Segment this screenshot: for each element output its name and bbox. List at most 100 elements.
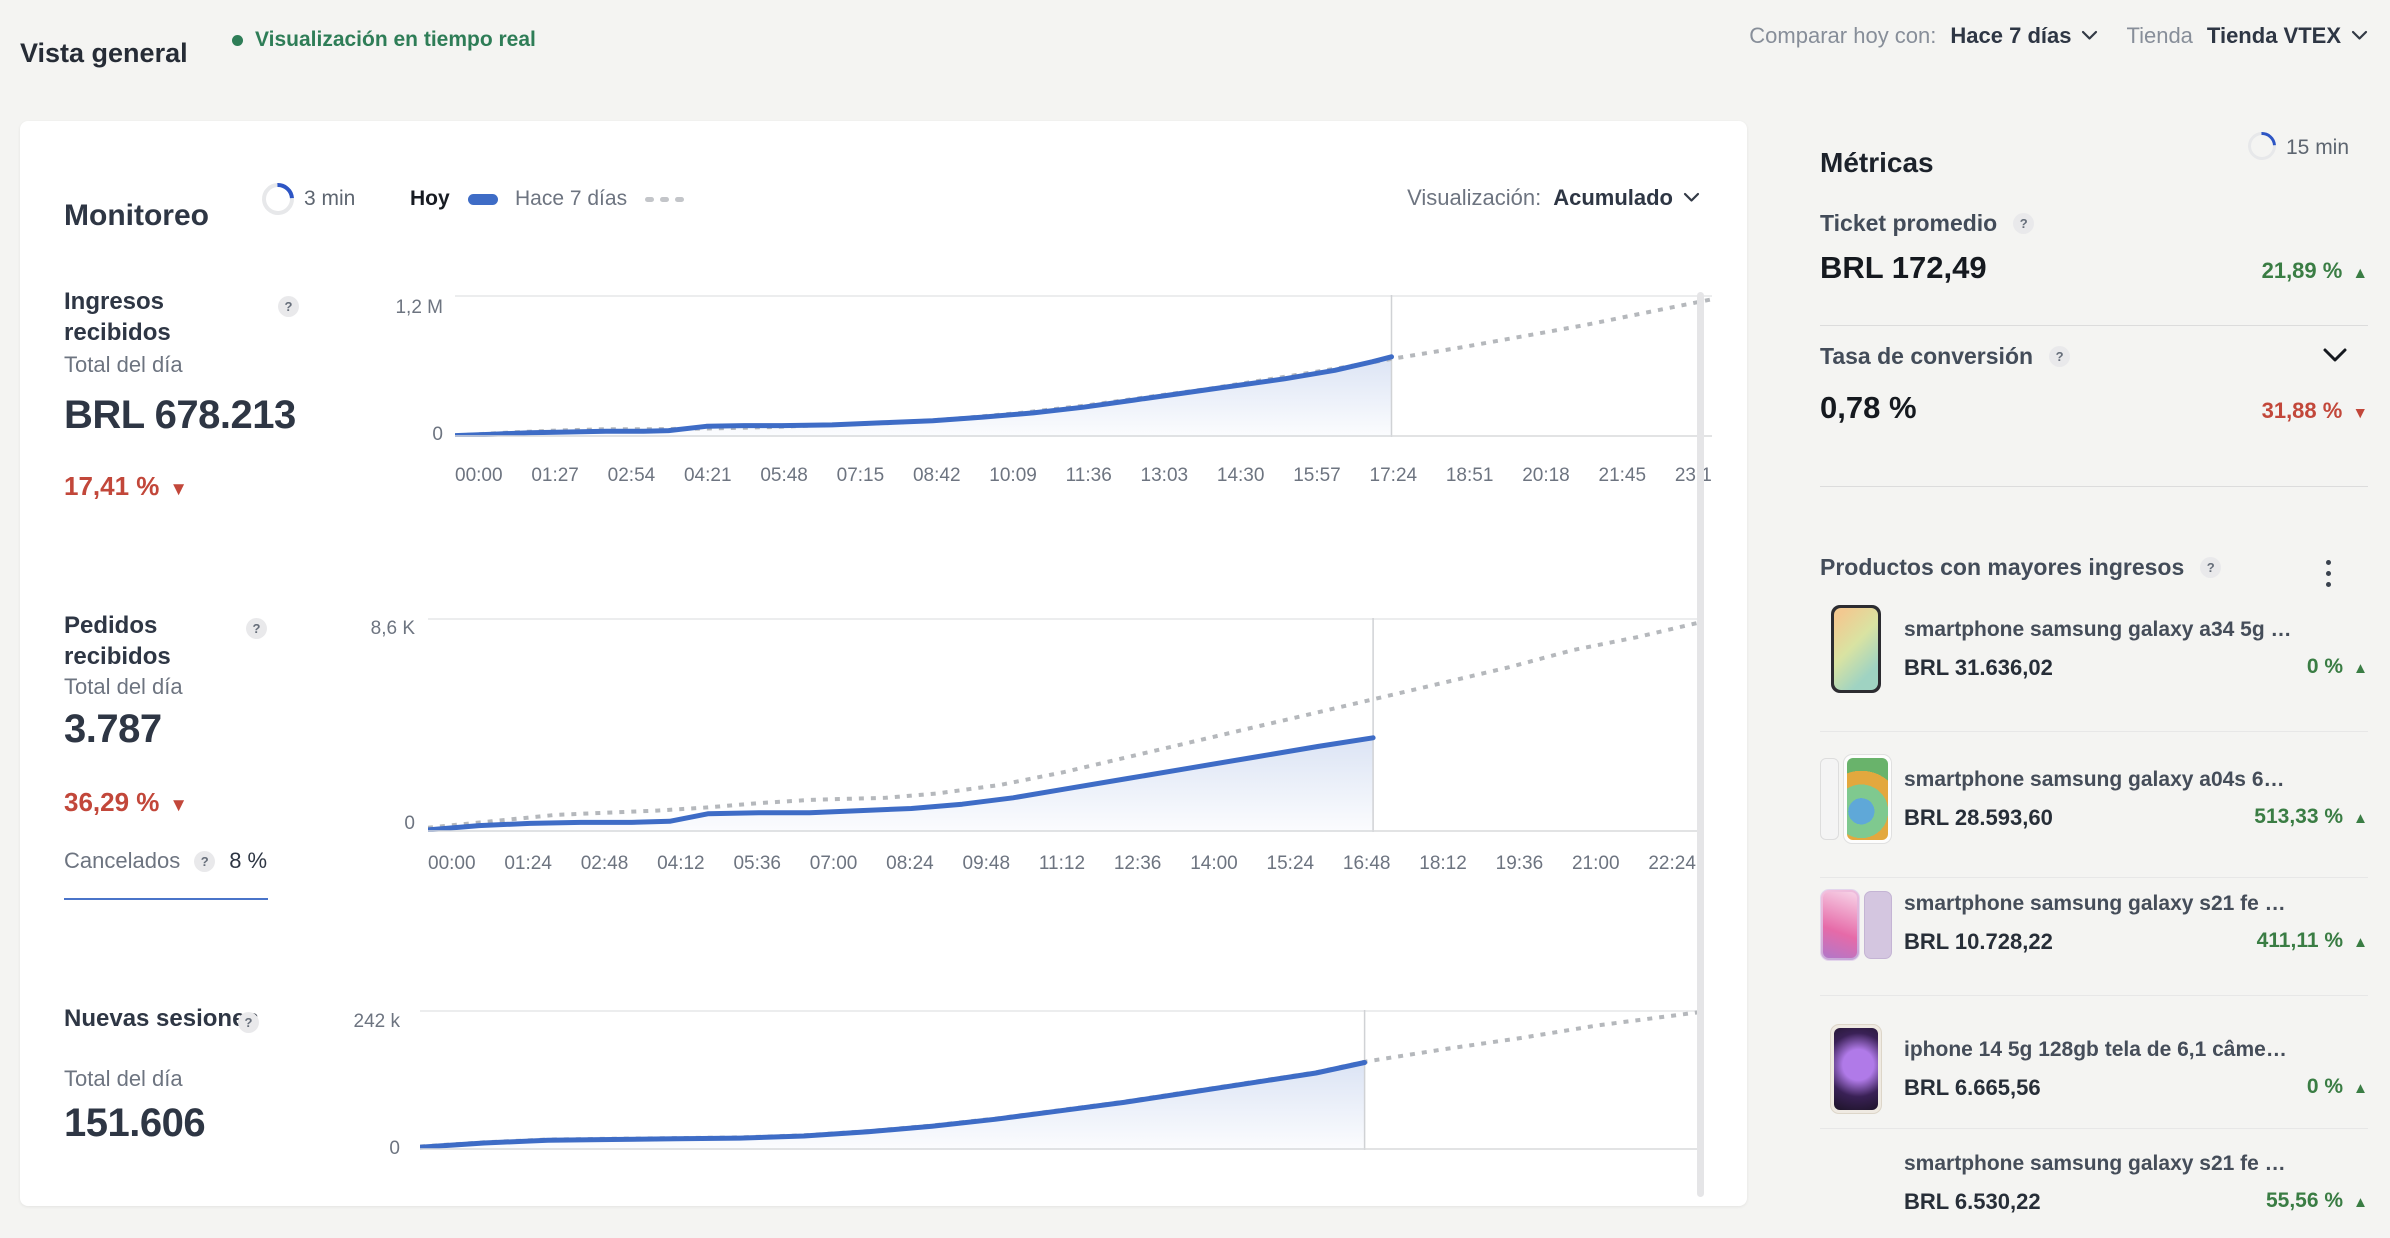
help-icon[interactable]: ? bbox=[238, 1012, 259, 1033]
trend-up-icon: ▲ bbox=[2353, 934, 2368, 951]
divider bbox=[1820, 995, 2368, 996]
trend-indicator: 513,33 %▲ bbox=[1904, 805, 2368, 829]
help-icon[interactable]: ? bbox=[2200, 557, 2221, 578]
trend-down-icon: ▼ bbox=[2352, 405, 2368, 422]
divider bbox=[1820, 731, 2368, 732]
products-title: Productos con mayores ingresos bbox=[1820, 554, 2184, 581]
cancelados-row: Cancelados ? 8 % bbox=[64, 848, 267, 874]
store-select[interactable]: Tienda VTEX bbox=[2207, 23, 2368, 49]
product-name[interactable]: smartphone samsung galaxy a04s 6… bbox=[1904, 768, 2285, 792]
help-icon[interactable]: ? bbox=[246, 618, 267, 639]
trend-percent: 55,56 % bbox=[2266, 1189, 2343, 1212]
compare-legend-swatch bbox=[645, 197, 684, 202]
product-name[interactable]: smartphone samsung galaxy s21 fe … bbox=[1904, 892, 2286, 916]
refresh-interval: 3 min bbox=[304, 187, 355, 211]
compare-select[interactable]: Hace 7 días bbox=[1950, 23, 2098, 49]
y-axis-max-label: 8,6 K bbox=[345, 618, 415, 640]
trend-percent: 0 % bbox=[2307, 655, 2343, 678]
legend-today[interactable]: Hoy bbox=[410, 187, 498, 211]
trend-down-icon: ▼ bbox=[169, 794, 188, 815]
x-tick-label: 05:36 bbox=[733, 853, 781, 875]
trend-indicator: 21,89 %▲ bbox=[1820, 258, 2368, 284]
trend-indicator: 0 % ▲ bbox=[1904, 1075, 2368, 1099]
trend-up-icon: ▲ bbox=[2353, 1080, 2368, 1097]
chart-pedidos[interactable] bbox=[428, 618, 1700, 832]
x-tick-label: 18:12 bbox=[1419, 853, 1467, 875]
x-tick-label: 01:24 bbox=[504, 853, 552, 875]
product-name[interactable]: smartphone samsung galaxy a34 5g … bbox=[1904, 618, 2291, 642]
product-thumbnail bbox=[1820, 1026, 1892, 1112]
live-status-icon bbox=[232, 35, 243, 46]
view-select[interactable]: Acumulado bbox=[1553, 185, 1700, 211]
trend-down-icon: ▼ bbox=[169, 478, 188, 499]
store-value: Tienda VTEX bbox=[2207, 23, 2341, 49]
x-axis-labels: 00:0001:2702:5404:2105:4807:1508:4210:09… bbox=[455, 465, 1712, 487]
x-tick-label: 21:00 bbox=[1572, 853, 1620, 875]
trend-indicator: 36,29 % ▼ bbox=[64, 787, 188, 818]
conversion-collapse-button[interactable] bbox=[2322, 347, 2348, 366]
trend-indicator: 17,41 %▼ bbox=[64, 471, 188, 502]
y-axis-min-label: 0 bbox=[373, 424, 443, 446]
legend-compare[interactable]: Hace 7 días bbox=[515, 187, 684, 211]
view-value: Acumulado bbox=[1553, 185, 1673, 211]
refresh-spinner-icon bbox=[255, 176, 300, 221]
x-tick-label: 02:54 bbox=[608, 465, 656, 487]
kebab-menu-icon[interactable] bbox=[2322, 556, 2335, 591]
refresh-interval: 15 min bbox=[2286, 136, 2349, 160]
product-name[interactable]: smartphone samsung galaxy s21 fe … bbox=[1904, 1152, 2286, 1176]
x-tick-label: 11:36 bbox=[1066, 465, 1112, 487]
product-thumbnail bbox=[1820, 606, 1892, 692]
x-tick-label: 01:27 bbox=[531, 465, 579, 487]
trend-up-icon: ▲ bbox=[2353, 810, 2368, 827]
cancelados-underline bbox=[64, 898, 268, 900]
legend-compare-label: Hace 7 días bbox=[515, 187, 627, 211]
monitor-title: Monitoreo bbox=[64, 199, 209, 233]
stat-title-ingresos: Ingresos recibidos bbox=[64, 286, 264, 348]
x-tick-label: 09:48 bbox=[963, 853, 1011, 875]
stat-title-pedidos: Pedidos recibidos bbox=[64, 610, 264, 672]
cancelados-label: Cancelados bbox=[64, 848, 180, 874]
x-tick-label: 21:45 bbox=[1599, 465, 1647, 487]
x-tick-label: 15:24 bbox=[1267, 853, 1315, 875]
trend-up-icon: ▲ bbox=[2353, 1194, 2368, 1211]
compare-value: Hace 7 días bbox=[1950, 23, 2071, 49]
x-tick-label: 00:00 bbox=[428, 853, 476, 875]
monitor-card: Monitoreo 3 min Hoy Hace 7 días Visualiz… bbox=[20, 121, 1747, 1206]
chart-sesiones[interactable] bbox=[420, 1010, 1700, 1150]
x-tick-label: 18:51 bbox=[1446, 465, 1494, 487]
help-icon[interactable]: ? bbox=[194, 851, 215, 872]
x-tick-label: 11:12 bbox=[1039, 853, 1085, 875]
vertical-scrollbar[interactable] bbox=[1697, 292, 1704, 1197]
stat-value-sesiones: 151.606 bbox=[64, 1101, 205, 1146]
help-icon[interactable]: ? bbox=[2049, 346, 2070, 367]
overview-page: Vista general Visualización en tiempo re… bbox=[0, 0, 2390, 1238]
topbar-controls: Comparar hoy con: Hace 7 días Tienda Tie… bbox=[1749, 23, 2368, 49]
help-icon[interactable]: ? bbox=[278, 296, 299, 317]
product-name[interactable]: iphone 14 5g 128gb tela de 6,1 câme… bbox=[1904, 1038, 2287, 1062]
x-tick-label: 08:24 bbox=[886, 853, 934, 875]
divider bbox=[1820, 1128, 2368, 1129]
x-tick-label: 22:24 bbox=[1648, 853, 1696, 875]
stat-value-ingresos: BRL 678.213 bbox=[64, 393, 296, 438]
chart-ingresos[interactable] bbox=[455, 295, 1712, 437]
x-tick-label: 07:00 bbox=[810, 853, 858, 875]
x-tick-label: 10:09 bbox=[989, 465, 1037, 487]
trend-percent: 31,88 % bbox=[2262, 398, 2343, 423]
x-tick-label: 14:00 bbox=[1190, 853, 1238, 875]
y-axis-min-label: 0 bbox=[330, 1138, 400, 1160]
trend-indicator: 31,88 % ▼ bbox=[1820, 398, 2368, 424]
trend-percent: 0 % bbox=[2307, 1075, 2343, 1098]
stat-value-pedidos: 3.787 bbox=[64, 707, 162, 752]
help-icon[interactable]: ? bbox=[2013, 213, 2034, 234]
x-tick-label: 15:57 bbox=[1293, 465, 1341, 487]
trend-percent: 36,29 % bbox=[64, 787, 159, 817]
stat-subtitle: Total del día bbox=[64, 352, 183, 378]
product-thumbnail bbox=[1820, 756, 1892, 842]
trend-indicator: 411,11 %▲ bbox=[1904, 929, 2368, 953]
divider bbox=[1820, 325, 2368, 326]
compare-label: Comparar hoy con: bbox=[1749, 23, 1936, 49]
trend-up-icon: ▲ bbox=[2353, 660, 2368, 677]
x-axis-labels: 00:0001:2402:4804:1205:3607:0008:2409:48… bbox=[428, 853, 1696, 875]
ticket-header: Ticket promedio ? bbox=[1820, 210, 2034, 237]
x-tick-label: 02:48 bbox=[581, 853, 629, 875]
